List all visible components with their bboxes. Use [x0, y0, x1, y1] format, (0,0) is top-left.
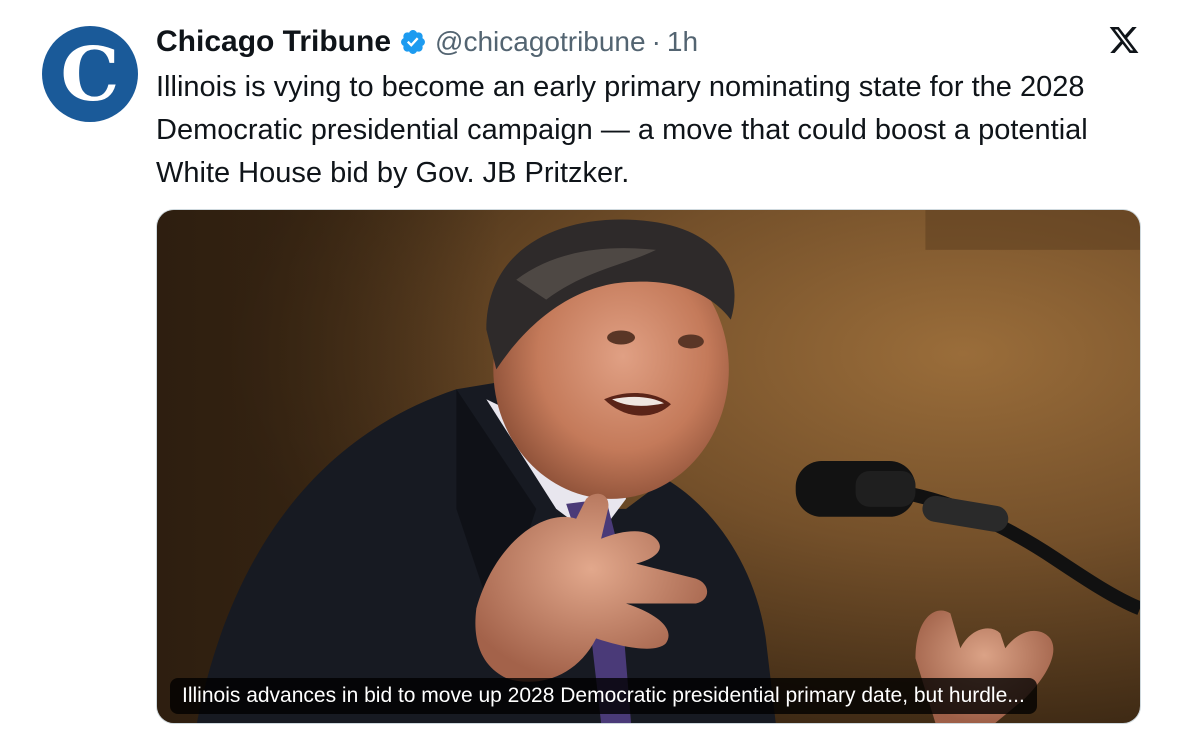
link-preview-card[interactable]: Illinois advances in bid to move up 2028…	[156, 209, 1141, 724]
tweet[interactable]: C Chicago Tribune @chicagotribune · 1h I…	[0, 0, 1200, 735]
author-display-name[interactable]: Chicago Tribune	[156, 25, 391, 59]
article-photo	[157, 210, 1140, 723]
author-avatar[interactable]: C	[42, 26, 138, 122]
tweet-timestamp[interactable]: 1h	[667, 26, 698, 58]
tweet-header: Chicago Tribune @chicagotribune · 1h	[156, 22, 698, 62]
card-caption[interactable]: Illinois advances in bid to move up 2028…	[170, 678, 1037, 714]
tweet-text: Illinois is vying to become an early pri…	[156, 71, 1088, 189]
separator-dot: ·	[651, 26, 661, 57]
verified-badge-icon[interactable]	[399, 28, 427, 56]
author-handle[interactable]: @chicagotribune	[435, 26, 646, 58]
avatar-logo-letter: C	[60, 32, 120, 118]
x-logo-icon	[1109, 27, 1139, 53]
